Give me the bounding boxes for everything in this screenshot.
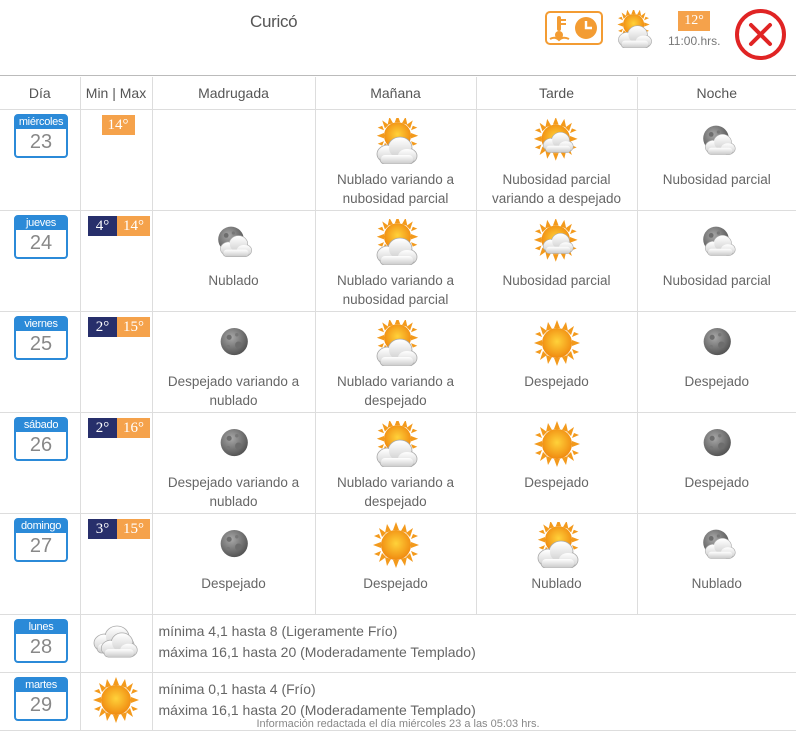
moon-cloud-icon — [692, 219, 742, 265]
day-name: lunes — [16, 620, 66, 634]
moon-cloud-icon — [692, 118, 742, 164]
table-row-extended: lunes 28 mínima 4,1 hasta 8 (Ligeramente … — [0, 614, 796, 673]
weather-description: Nubosidad parcial — [502, 272, 611, 288]
weather-description: Despejado variando a nublado — [167, 474, 300, 509]
min-range-text: mínima 0,1 hasta 4 (Frío) — [158, 680, 316, 697]
day-name: jueves — [16, 216, 66, 230]
calendar-icon: miércoles 23 — [14, 113, 68, 158]
table-row: jueves 24 4° 14° Nublado Nublado variando … — [0, 210, 796, 312]
min-temp: 2° — [88, 417, 117, 438]
sun-icon — [371, 522, 421, 568]
header-noche: Noche — [637, 77, 796, 110]
weather-description: Despejado — [684, 373, 750, 389]
weather-description: Nubosidad parcial variando a despejado — [491, 171, 622, 206]
header-tarde: Tarde — [476, 77, 638, 110]
partly-cloudy-icon — [614, 10, 656, 48]
min-temp: 3° — [88, 518, 117, 539]
min-temp: 2° — [88, 316, 117, 337]
calendar-icon: martes 29 — [14, 676, 68, 721]
day-number: 29 — [29, 693, 53, 716]
moon-icon — [209, 421, 259, 467]
cloud-icon — [91, 619, 141, 665]
moon-icon — [692, 320, 742, 366]
weather-description: Nublado variando a despejado — [336, 373, 455, 408]
day-number: 26 — [29, 433, 53, 456]
madrugada-cell — [152, 109, 316, 211]
weather-description: Despejado variando a nublado — [167, 373, 300, 408]
sun-icon — [91, 677, 141, 723]
weather-description: Nublado — [208, 272, 259, 288]
weather-description: Nublado variando a nubosidad parcial — [336, 171, 455, 206]
sun-icon — [532, 421, 582, 467]
weather-description: Nublado — [531, 575, 582, 591]
forecast-table: Día Min | Max Madrugada Mañana Tarde Noc… — [0, 77, 796, 731]
partly-cloudy-icon — [532, 118, 582, 164]
moon-icon — [209, 320, 259, 366]
max-range-text: máxima 16,1 hasta 20 (Moderadamente Temp… — [158, 643, 476, 660]
city-name: Curicó — [250, 12, 298, 31]
calendar-icon: viernes 25 — [14, 315, 68, 360]
weather-description: Despejado — [363, 575, 428, 591]
day-number: 24 — [29, 231, 53, 254]
day-name: martes — [16, 678, 66, 692]
table-row: viernes 25 2° 15° Despejado variando a nub… — [0, 311, 796, 413]
day-number: 23 — [29, 130, 53, 153]
moon-icon — [209, 522, 259, 568]
table-header-row: Día Min | Max Madrugada Mañana Tarde Noc… — [0, 77, 796, 110]
header-manana: Mañana — [315, 77, 477, 110]
partly-cloudy-icon — [371, 421, 421, 467]
partly-cloudy-icon — [371, 118, 421, 164]
weather-description: Nublado — [691, 575, 742, 591]
page-header: Curicó 12° 11:00.hrs. — [0, 0, 796, 76]
table-row: domingo 27 3° 15° Despejado Despejado Nubl… — [0, 513, 796, 615]
day-number: 27 — [29, 534, 53, 557]
max-temp: 14° — [117, 215, 150, 236]
max-temp: 15° — [117, 316, 150, 337]
weather-description: Despejado — [524, 373, 589, 389]
header-madrugada: Madrugada — [152, 77, 316, 110]
partly-cloudy-icon — [532, 219, 582, 265]
calendar-icon: sábado 26 — [14, 416, 68, 461]
day-name: viernes — [16, 317, 66, 331]
weather-description: Nubosidad parcial — [662, 171, 771, 187]
table-row: sábado 26 2° 16° Despejado variando a nubl… — [0, 412, 796, 514]
current-temperature: 12° — [678, 11, 710, 31]
close-button[interactable] — [735, 9, 786, 60]
min-temp: 4° — [88, 215, 117, 236]
current-hour: 11:00.hrs. — [668, 34, 721, 48]
weather-description: Nublado variando a nubosidad parcial — [336, 272, 455, 307]
day-name: sábado — [16, 418, 66, 432]
min-range-text: mínima 4,1 hasta 8 (Ligeramente Frío) — [158, 622, 398, 639]
calendar-icon: lunes 28 — [14, 618, 68, 663]
calendar-icon: jueves 24 — [14, 214, 68, 259]
close-icon — [749, 23, 772, 46]
moon-icon — [692, 421, 742, 467]
header-day: Día — [0, 77, 81, 110]
max-temp: 16° — [117, 417, 150, 438]
day-name: domingo — [16, 519, 66, 533]
day-number: 25 — [29, 332, 53, 355]
footer-info: Información redactada el día miércoles 2… — [256, 718, 540, 730]
max-temp: 14° — [101, 114, 135, 135]
header-minmax: Min | Max — [80, 77, 153, 110]
partly-cloudy-icon — [371, 320, 421, 366]
max-temp: 15° — [117, 518, 150, 539]
weather-description: Despejado — [524, 474, 589, 490]
weather-description: Nublado variando a despejado — [336, 474, 455, 509]
partly-cloudy-icon — [371, 219, 421, 265]
calendar-icon: domingo 27 — [14, 517, 68, 562]
day-name: miércoles — [16, 115, 66, 129]
weather-description: Nubosidad parcial — [662, 272, 771, 288]
thermometer-clock-icon[interactable] — [545, 11, 603, 45]
partly-cloudy-icon — [532, 522, 582, 568]
table-row: miércoles 23 14° Nublado variando a nubos… — [0, 109, 796, 211]
weather-description: Despejado — [684, 474, 750, 490]
sun-icon — [532, 320, 582, 366]
day-number: 28 — [29, 635, 53, 658]
moon-cloud-icon — [692, 522, 742, 568]
moon-cloud-icon — [209, 219, 259, 265]
weather-description: Despejado — [201, 575, 266, 591]
